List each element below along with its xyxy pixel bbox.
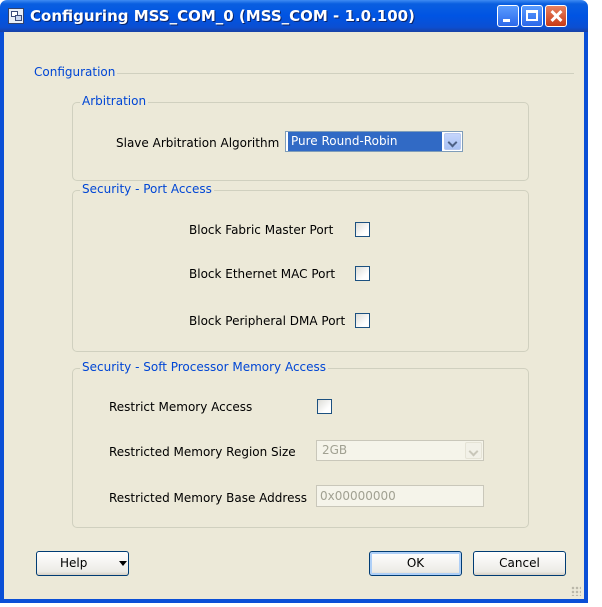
port-access-title: Security - Port Access <box>80 182 214 196</box>
region-size-value: 2GB <box>322 443 348 457</box>
window-title: Configuring MSS_COM_0 (MSS_COM - 1.0.100… <box>30 7 415 25</box>
app-window-icon <box>8 8 24 24</box>
base-address-label: Restricted Memory Base Address <box>109 491 307 505</box>
block-ethernet-mac-checkbox[interactable] <box>355 266 370 281</box>
arbitration-algorithm-label: Slave Arbitration Algorithm <box>116 136 280 150</box>
configuration-title: Configuration <box>32 65 118 79</box>
configuration-divider <box>84 73 574 74</box>
restrict-memory-checkbox[interactable] <box>317 399 332 414</box>
base-address-field[interactable]: 0x00000000 <box>316 485 484 507</box>
region-size-label: Restricted Memory Region Size <box>109 445 296 459</box>
dialog-window: Configuring MSS_COM_0 (MSS_COM - 1.0.100… <box>0 0 602 607</box>
soft-processor-title: Security - Soft Processor Memory Access <box>80 360 329 374</box>
dropdown-arrow-icon <box>119 561 127 566</box>
block-ethernet-mac-label: Block Ethernet MAC Port <box>189 267 336 281</box>
block-fabric-master-checkbox[interactable] <box>355 222 370 237</box>
restrict-memory-label: Restrict Memory Access <box>109 400 253 414</box>
ok-button[interactable]: OK <box>369 551 462 576</box>
resize-grip-icon[interactable] <box>571 586 581 596</box>
help-button-label: Help <box>60 556 88 570</box>
close-icon[interactable] <box>545 5 567 27</box>
block-fabric-master-label: Block Fabric Master Port <box>189 223 334 237</box>
arbitration-algorithm-select[interactable]: Pure Round-Robin <box>285 131 463 152</box>
block-peripheral-dma-label: Block Peripheral DMA Port <box>189 314 346 328</box>
chevron-down-icon[interactable] <box>444 133 461 150</box>
maximize-icon[interactable] <box>521 5 543 27</box>
chevron-down-icon[interactable] <box>465 442 482 459</box>
dialog-body: Configuration Arbitration Slave Arbitrat… <box>0 32 588 603</box>
arbitration-algorithm-value: Pure Round-Robin <box>288 132 442 151</box>
block-peripheral-dma-checkbox[interactable] <box>355 313 370 328</box>
help-button[interactable]: Help <box>36 551 129 576</box>
title-bar[interactable]: Configuring MSS_COM_0 (MSS_COM - 1.0.100… <box>0 0 588 32</box>
region-size-select[interactable]: 2GB <box>316 440 484 461</box>
cancel-button[interactable]: Cancel <box>473 551 566 576</box>
arbitration-title: Arbitration <box>80 94 149 108</box>
minimize-icon[interactable] <box>497 5 519 27</box>
